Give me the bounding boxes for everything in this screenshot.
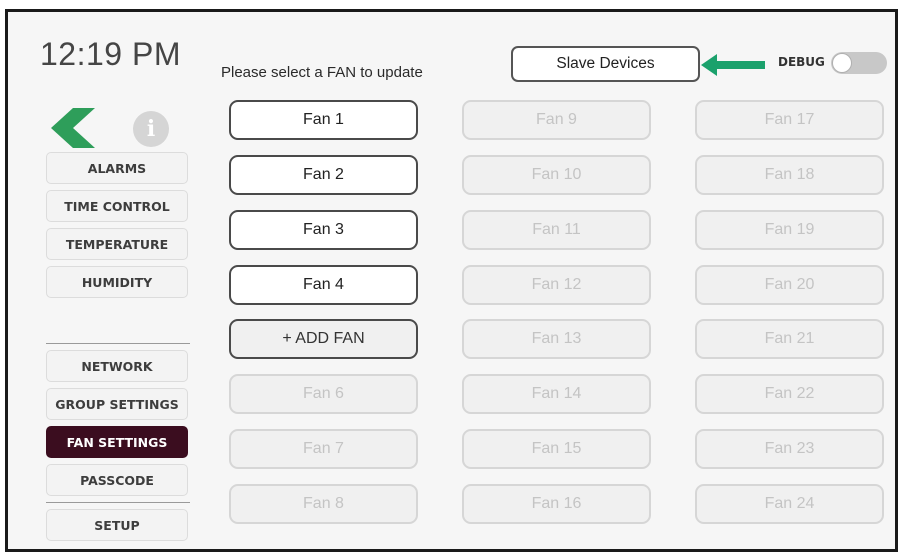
fan-button-13: Fan 13 <box>462 319 651 359</box>
fan-button-23: Fan 23 <box>695 429 884 469</box>
fan-button-18: Fan 18 <box>695 155 884 195</box>
device-screen: 12:19 PM Please select a FAN to update S… <box>5 9 898 552</box>
fan-button-17: Fan 17 <box>695 100 884 140</box>
fan-button-14: Fan 14 <box>462 374 651 414</box>
fan-button-22: Fan 22 <box>695 374 884 414</box>
nav-humidity[interactable]: HUMIDITY <box>46 266 188 298</box>
fan-button-19: Fan 19 <box>695 210 884 250</box>
fan-button-8: Fan 8 <box>229 484 418 524</box>
fan-button-24: Fan 24 <box>695 484 884 524</box>
nav-group-settings[interactable]: GROUP SETTINGS <box>46 388 188 420</box>
fan-button-16: Fan 16 <box>462 484 651 524</box>
fan-button-7: Fan 7 <box>229 429 418 469</box>
slave-devices-button[interactable]: Slave Devices <box>511 46 700 82</box>
info-icon[interactable]: i <box>133 111 169 147</box>
arrow-left-icon <box>701 54 765 76</box>
chevron-left-icon[interactable] <box>51 108 95 148</box>
debug-toggle[interactable] <box>831 52 887 74</box>
fan-button-6: Fan 6 <box>229 374 418 414</box>
debug-toggle-knob <box>832 53 852 73</box>
add-fan-button[interactable]: + ADD FAN <box>229 319 418 359</box>
page-prompt: Please select a FAN to update <box>221 64 423 81</box>
debug-label: DEBUG <box>778 55 825 69</box>
sidebar-divider <box>46 343 190 344</box>
fan-button-11: Fan 11 <box>462 210 651 250</box>
nav-temperature[interactable]: TEMPERATURE <box>46 228 188 260</box>
fan-button-1[interactable]: Fan 1 <box>229 100 418 140</box>
nav-time-control[interactable]: TIME CONTROL <box>46 190 188 222</box>
nav-passcode[interactable]: PASSCODE <box>46 464 188 496</box>
nav-network[interactable]: NETWORK <box>46 350 188 382</box>
fan-button-10: Fan 10 <box>462 155 651 195</box>
fan-button-3[interactable]: Fan 3 <box>229 210 418 250</box>
fan-button-21: Fan 21 <box>695 319 884 359</box>
fan-button-4[interactable]: Fan 4 <box>229 265 418 305</box>
nav-alarms[interactable]: ALARMS <box>46 152 188 184</box>
fan-button-9: Fan 9 <box>462 100 651 140</box>
fan-button-12: Fan 12 <box>462 265 651 305</box>
nav-setup[interactable]: SETUP <box>46 509 188 541</box>
fan-button-15: Fan 15 <box>462 429 651 469</box>
clock: 12:19 PM <box>40 36 181 72</box>
fan-button-20: Fan 20 <box>695 265 884 305</box>
sidebar-divider <box>46 502 190 503</box>
nav-fan-settings[interactable]: FAN SETTINGS <box>46 426 188 458</box>
fan-button-2[interactable]: Fan 2 <box>229 155 418 195</box>
